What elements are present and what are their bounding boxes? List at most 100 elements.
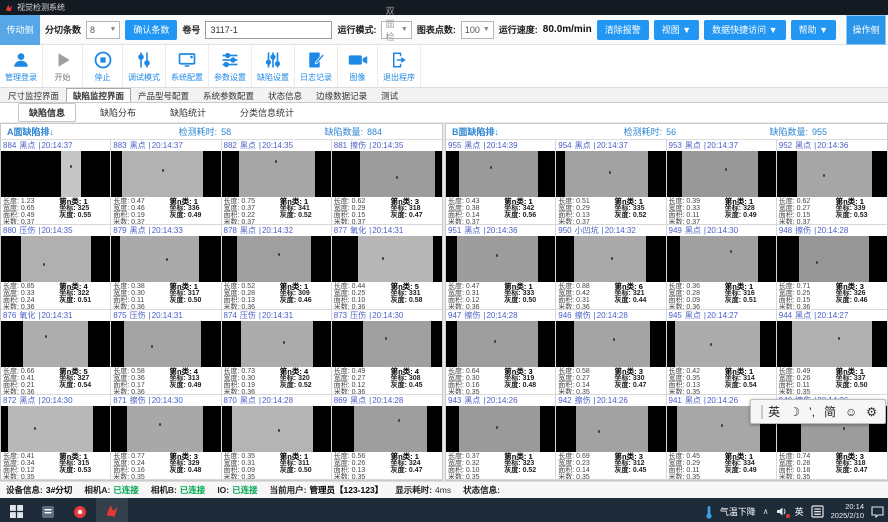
toolbar-button-monitor[interactable]: 系统配置 <box>166 45 209 87</box>
toolbar-button-sliders-v[interactable]: 缺陷设置 <box>252 45 295 87</box>
drive-side-button[interactable]: 传动侧 <box>0 15 40 45</box>
defect-cell[interactable]: 881 擦伤 20:14:35 长度0.62 宽度0.29 面积0.15 米数0… <box>332 140 442 225</box>
moon-icon[interactable]: ☽ <box>789 406 800 418</box>
help-menu-button[interactable]: 帮助 ▼ <box>791 20 836 40</box>
toolbar-button-camera[interactable]: 图像 <box>338 45 378 87</box>
defect-cell[interactable]: 942 擦伤 20:14:26 长度0.69 宽度0.23 面积0.14 米数0… <box>556 395 666 480</box>
weather-text[interactable]: 气温下降 <box>720 505 756 518</box>
subtab-3[interactable]: 分类信息统计 <box>230 104 304 121</box>
defect-type: 黑点 <box>795 140 811 151</box>
toolbar-button-user[interactable]: 管理登录 <box>0 45 43 87</box>
defect-cell[interactable]: 878 黑点 20:14:32 长度0.52 宽度0.28 面积0.13 米数0… <box>222 225 332 310</box>
tab-5[interactable]: 边缘数据记录 <box>309 88 374 102</box>
ime-english-mode[interactable]: 英 <box>768 406 780 418</box>
material-strip <box>574 236 646 282</box>
defect-cell[interactable]: 877 氧化 20:14:31 长度0.44 宽度0.25 面积0.10 米数0… <box>332 225 442 310</box>
defect-cell-header: 871 擦伤 20:14:30 <box>111 395 220 406</box>
roll-number-input[interactable] <box>205 21 332 39</box>
defect-cell[interactable]: 872 黑点 20:14:30 长度0.41 宽度0.34 面积0.12 米数0… <box>1 395 111 480</box>
material-strip <box>363 321 431 367</box>
material-strip <box>574 321 650 367</box>
defect-cell[interactable]: 947 擦伤 20:14:28 长度0.64 宽度0.30 面积0.16 米数0… <box>446 310 556 395</box>
defect-cell[interactable]: 883 黑点 20:14:37 长度0.47 宽度0.46 面积0.19 米数0… <box>111 140 221 225</box>
defect-cell[interactable]: 873 压伤 20:14:30 长度0.49 宽度0.27 面积0.12 米数0… <box>332 310 442 395</box>
toolbar-button-play[interactable]: 开始 <box>43 45 83 87</box>
tab-3[interactable]: 系统参数配置 <box>196 88 261 102</box>
defect-cell[interactable]: 946 擦伤 20:14:28 长度0.58 宽度0.27 面积0.14 米数0… <box>556 310 666 395</box>
defect-coordinate: 坐标336 <box>170 205 219 212</box>
toolbar-button-stop[interactable]: 停止 <box>83 45 123 87</box>
tab-2[interactable]: 产品型号配置 <box>131 88 196 102</box>
defect-type: 黑点 <box>685 310 701 321</box>
defect-time: 20:14:31 <box>38 311 72 320</box>
defect-cell-header: 949 黑点 20:14:30 <box>667 225 776 236</box>
chart-points-select[interactable]: 100 ▼ <box>461 21 494 39</box>
thermometer-icon[interactable] <box>705 505 713 519</box>
ime-language-indicator[interactable]: 英 <box>795 505 804 518</box>
subtab-0[interactable]: 缺陷信息 <box>18 103 76 122</box>
defect-cell[interactable]: 876 氧化 20:14:31 长度0.66 宽度0.41 面积0.21 米数0… <box>1 310 111 395</box>
emoji-icon[interactable]: ☺ <box>845 406 857 418</box>
view-menu-button[interactable]: 视图 ▼ <box>654 20 699 40</box>
ime-simplified-mode[interactable]: 简 <box>824 406 836 418</box>
tab-1[interactable]: 缺陷监控界面 <box>66 88 131 102</box>
gear-icon[interactable]: ⚙ <box>866 406 877 418</box>
defect-time: 20:14:27 <box>704 311 738 320</box>
slit-count-select[interactable]: 8 ▼ <box>86 21 120 39</box>
defect-meter: 米数0.35 <box>448 474 504 480</box>
defect-cell[interactable]: 879 黑点 20:14:33 长度0.38 宽度0.30 面积0.11 米数0… <box>111 225 221 310</box>
defect-cell[interactable]: 945 黑点 20:14:27 长度0.42 宽度0.35 面积0.13 米数0… <box>667 310 777 395</box>
tab-0[interactable]: 尺寸监控界面 <box>1 88 66 102</box>
toolbar-button-tune[interactable]: 调试模式 <box>123 45 166 87</box>
defect-cell[interactable]: 875 压伤 20:14:31 长度0.58 宽度0.36 面积0.17 米数0… <box>111 310 221 395</box>
defect-cell[interactable]: 884 黑点 20:14:37 长度1.23 宽度0.65 面积0.49 米数0… <box>1 140 111 225</box>
defect-cell[interactable]: 871 擦伤 20:14:30 长度0.77 宽度0.24 面积0.16 米数0… <box>111 395 221 480</box>
punctuation-icon[interactable]: ’, <box>809 406 815 418</box>
defect-cell[interactable]: 955 黑点 20:14:39 长度0.43 宽度0.38 面积0.14 米数0… <box>446 140 556 225</box>
tab-4[interactable]: 状态信息 <box>261 88 309 102</box>
defect-id: 945 <box>669 311 682 320</box>
defect-cell[interactable]: 954 黑点 20:14:37 长度0.51 宽度0.29 面积0.13 米数0… <box>556 140 666 225</box>
toolbar-button-sliders-h[interactable]: 参数设置 <box>209 45 252 87</box>
defect-cell[interactable]: 944 黑点 20:14:27 长度0.49 宽度0.26 面积0.11 米数0… <box>777 310 887 395</box>
defect-cell[interactable]: 869 黑点 20:14:28 长度0.56 宽度0.26 面积0.13 米数0… <box>332 395 442 480</box>
subtab-2[interactable]: 缺陷统计 <box>160 104 216 121</box>
defect-image <box>777 321 887 367</box>
start-button[interactable] <box>0 498 32 522</box>
defect-cell[interactable]: 948 擦伤 20:14:28 长度0.71 宽度0.25 面积0.15 米数0… <box>777 225 887 310</box>
quick-access-menu-button[interactable]: 数据快捷访问 ▼ <box>704 20 785 40</box>
defect-cell[interactable]: 952 黑点 20:14:36 长度0.62 宽度0.27 面积0.15 米数0… <box>777 140 887 225</box>
toolbar-button-log[interactable]: 日志记录 <box>295 45 338 87</box>
operate-side-button[interactable]: 操作侧 <box>846 15 886 45</box>
run-mode-select[interactable]: 双面检测 ▼ <box>381 21 411 39</box>
clear-alarm-button[interactable]: 清除报警 <box>597 20 649 40</box>
taskbar-app-icon-active[interactable] <box>96 498 128 522</box>
defect-class: 第n类3 <box>836 453 885 460</box>
defect-cell[interactable]: 874 压伤 20:14:31 长度0.73 宽度0.30 面积0.19 米数0… <box>222 310 332 395</box>
taskbar-app-icon-1[interactable] <box>32 498 64 522</box>
defect-cell[interactable]: 943 黑点 20:14:26 长度0.37 宽度0.32 面积0.10 米数0… <box>446 395 556 480</box>
defect-type: 黑点 <box>464 395 480 406</box>
action-center-icon[interactable] <box>871 506 884 518</box>
subtab-1[interactable]: 缺陷分布 <box>90 104 146 121</box>
tab-6[interactable]: 测试 <box>374 88 405 102</box>
defect-cell[interactable]: 953 黑点 20:14:37 长度0.39 宽度0.33 面积0.11 米数0… <box>667 140 777 225</box>
defect-stats: 长度0.77 宽度0.24 面积0.16 米数0.35 第n类3 坐标329 灰… <box>111 452 220 480</box>
ime-keyboard-icon[interactable] <box>811 505 824 518</box>
tray-expand-caret[interactable]: ∧ <box>763 507 769 516</box>
confirm-count-button[interactable]: 确认条数 <box>125 20 177 40</box>
taskbar-app-icon-2[interactable] <box>64 498 96 522</box>
taskbar-clock[interactable]: 20:14 2025/2/10 <box>831 503 864 520</box>
defect-area: 面积0.15 <box>779 297 836 304</box>
defect-cell[interactable]: 951 黑点 20:14:36 长度0.47 宽度0.31 面积0.12 米数0… <box>446 225 556 310</box>
toolbar-button-exit[interactable]: 退出程序 <box>378 45 421 87</box>
defect-cell[interactable]: 870 黑点 20:14:28 长度0.35 宽度0.31 面积0.09 米数0… <box>222 395 332 480</box>
defect-cell[interactable]: 949 黑点 20:14:30 长度0.36 宽度0.28 面积0.09 米数0… <box>667 225 777 310</box>
defect-cell[interactable]: 882 黑点 20:14:35 长度0.75 宽度0.37 面积0.22 米数0… <box>222 140 332 225</box>
defect-mark <box>490 166 492 169</box>
defect-cell-header: 873 压伤 20:14:30 <box>332 310 442 321</box>
defect-coordinate: 坐标317 <box>170 290 219 297</box>
defect-cell[interactable]: 950 小凹坑 20:14:32 长度0.88 宽度0.42 面积0.31 米数… <box>556 225 666 310</box>
defect-cell[interactable]: 880 压伤 20:14:35 长度0.85 宽度0.33 面积0.24 米数0… <box>1 225 111 310</box>
volume-icon[interactable] <box>776 506 788 517</box>
